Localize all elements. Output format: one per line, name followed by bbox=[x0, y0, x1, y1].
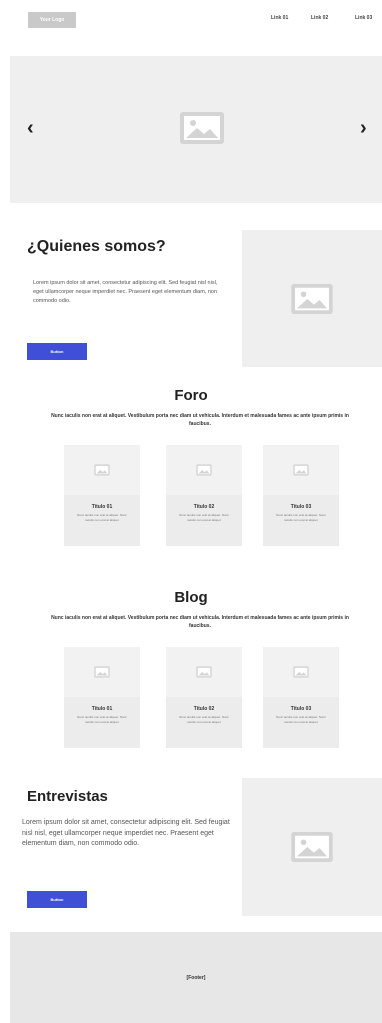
entrevistas-button[interactable]: Button bbox=[27, 891, 87, 908]
card-title: Titulo 02 bbox=[193, 504, 215, 510]
card-text: Nunc iaculis non erat at aliquet. Nunc i… bbox=[179, 715, 229, 724]
image-icon bbox=[291, 831, 333, 863]
card-title: Titulo 01 bbox=[91, 504, 113, 510]
foro-card-1[interactable]: Titulo 01 Nunc iaculis non erat at aliqu… bbox=[64, 445, 140, 546]
card-image bbox=[166, 647, 242, 697]
carousel-prev-button[interactable]: ‹ bbox=[27, 118, 34, 138]
nav-link-02[interactable]: Link 02 bbox=[311, 15, 328, 21]
foro-subtitle: Nunc iaculis non erat at aliquet. Vestib… bbox=[51, 413, 349, 427]
card-title: Titulo 03 bbox=[290, 504, 312, 510]
footer-label: [Footer] bbox=[186, 974, 206, 981]
image-icon bbox=[94, 666, 110, 678]
about-title: ¿Quienes somos? bbox=[27, 238, 166, 255]
logo[interactable]: Your Logo bbox=[28, 12, 76, 28]
entrevistas-image bbox=[242, 778, 382, 916]
entrevistas-title: Entrevistas bbox=[27, 788, 108, 805]
card-text: Nunc iaculis non erat at aliquet. Nunc i… bbox=[179, 513, 229, 522]
blog-card-2[interactable]: Titulo 02 Nunc iaculis non erat at aliqu… bbox=[166, 647, 242, 748]
image-icon bbox=[94, 464, 110, 476]
blog-title: Blog bbox=[174, 589, 208, 606]
card-text: Nunc iaculis non erat at aliquet. Nunc i… bbox=[77, 513, 127, 522]
image-icon bbox=[293, 464, 309, 476]
image-icon bbox=[196, 666, 212, 678]
card-text: Nunc iaculis non erat at aliquet. Nunc i… bbox=[276, 513, 326, 522]
footer: [Footer] bbox=[10, 932, 382, 1023]
card-title: Titulo 03 bbox=[290, 706, 312, 712]
about-text: Lorem ipsum dolor sit amet, consectetur … bbox=[33, 280, 218, 304]
about-image bbox=[242, 230, 382, 367]
card-image bbox=[166, 445, 242, 495]
foro-title: Foro bbox=[174, 387, 208, 404]
about-button[interactable]: Button bbox=[27, 343, 87, 360]
image-icon bbox=[291, 283, 333, 314]
nav-link-03[interactable]: Link 03 bbox=[355, 15, 372, 21]
entrevistas-text: Lorem ipsum dolor sit amet, consectetur … bbox=[22, 819, 230, 847]
card-image bbox=[64, 647, 140, 697]
carousel-next-button[interactable]: › bbox=[360, 118, 367, 138]
card-title: Titulo 02 bbox=[193, 706, 215, 712]
blog-subtitle: Nunc iaculis non erat at aliquet. Vestib… bbox=[51, 615, 349, 629]
image-icon bbox=[179, 111, 225, 145]
card-image bbox=[263, 445, 339, 495]
card-text: Nunc iaculis non erat at aliquet. Nunc i… bbox=[77, 715, 127, 724]
card-title: Titulo 01 bbox=[91, 706, 113, 712]
foro-card-2[interactable]: Titulo 02 Nunc iaculis non erat at aliqu… bbox=[166, 445, 242, 546]
card-image bbox=[64, 445, 140, 495]
foro-card-3[interactable]: Titulo 03 Nunc iaculis non erat at aliqu… bbox=[263, 445, 339, 546]
card-image bbox=[263, 647, 339, 697]
card-text: Nunc iaculis non erat at aliquet. Nunc i… bbox=[276, 715, 326, 724]
image-icon bbox=[196, 464, 212, 476]
image-icon bbox=[293, 666, 309, 678]
blog-card-3[interactable]: Titulo 03 Nunc iaculis non erat at aliqu… bbox=[263, 647, 339, 748]
nav-link-01[interactable]: Link 01 bbox=[271, 15, 288, 21]
blog-card-1[interactable]: Titulo 01 Nunc iaculis non erat at aliqu… bbox=[64, 647, 140, 748]
